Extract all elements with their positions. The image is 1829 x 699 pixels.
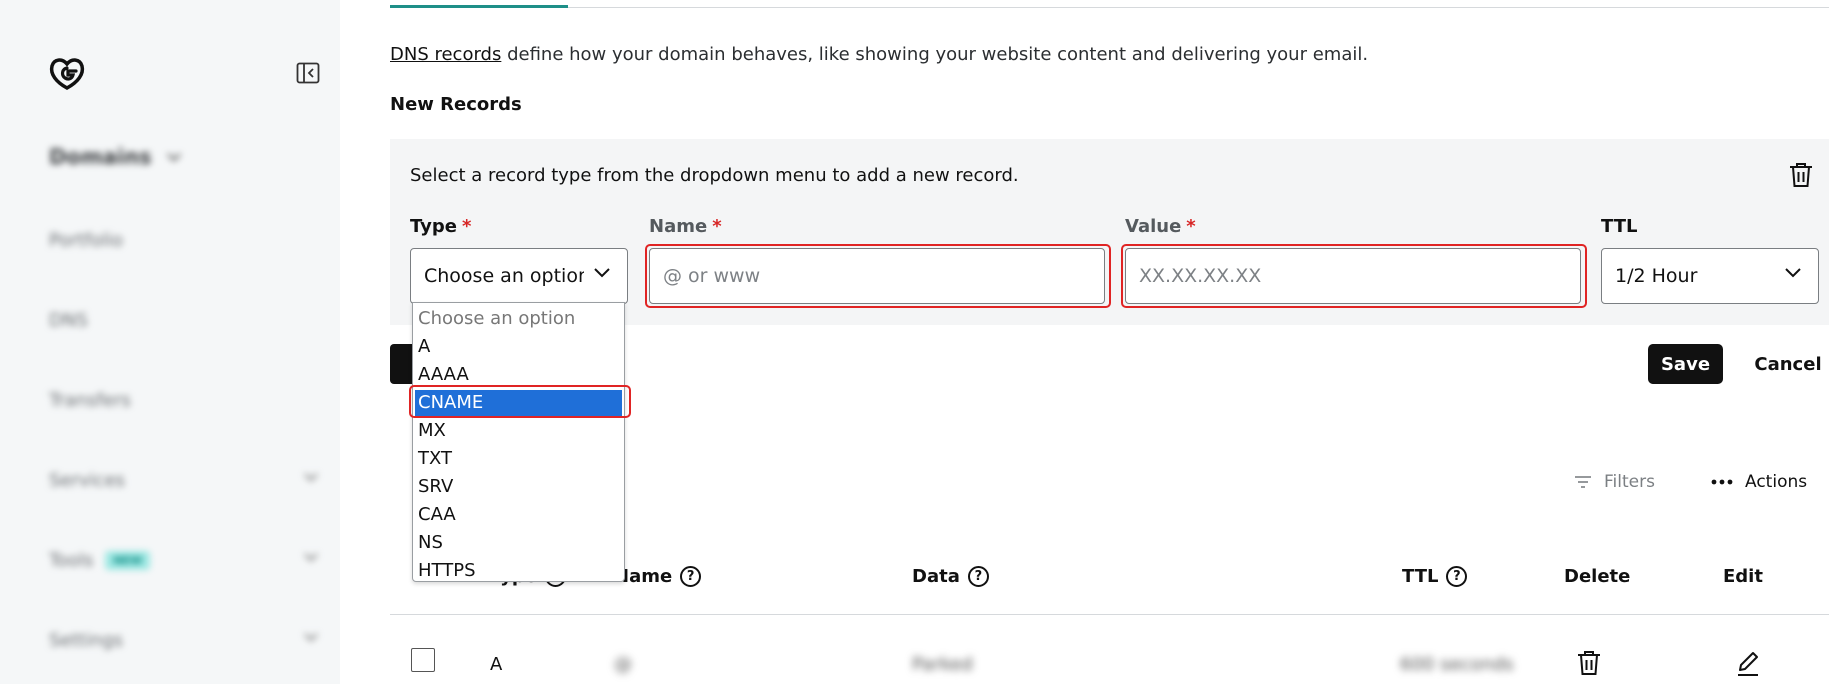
value-label-text: Value [1125, 216, 1182, 237]
actions-label: Actions [1745, 472, 1808, 492]
sidebar-item-label: Settings [49, 629, 123, 651]
sidebar-item-label: Transfers [49, 389, 131, 411]
active-tab-indicator [390, 5, 568, 8]
chevron-down-icon [304, 633, 318, 642]
more-icon [1711, 479, 1733, 485]
column-header-edit: Edit [1723, 566, 1763, 587]
ttl-label: TTL [1601, 216, 1638, 237]
section-title: New Records [390, 94, 522, 115]
chevron-down-icon [1785, 268, 1801, 278]
dropdown-option[interactable]: A [415, 334, 622, 360]
type-select-value: Choose an option [424, 265, 584, 287]
column-header-name[interactable]: Name? [614, 566, 702, 587]
type-label: Type * [410, 216, 471, 237]
dropdown-option-selected[interactable]: CNAME [415, 390, 622, 416]
value-input[interactable] [1139, 249, 1580, 303]
sidebar-item-label: Domains [49, 145, 152, 169]
sidebar-item-label: DNS [49, 309, 88, 331]
new-record-panel: Select a record type from the dropdown m… [390, 139, 1829, 325]
dropdown-option[interactable]: HTTPS [415, 558, 622, 584]
dropdown-option[interactable]: TXT [415, 446, 622, 472]
dropdown-option[interactable]: CAA [415, 502, 622, 528]
sidebar-item-settings[interactable]: Settings [49, 625, 319, 655]
actions-button[interactable]: Actions [1711, 472, 1807, 492]
row-ttl: 600 seconds [1400, 654, 1514, 675]
filter-icon [1575, 476, 1591, 488]
type-label-text: Type [410, 216, 457, 237]
required-marker: * [461, 216, 472, 237]
sidebar-item-portfolio[interactable]: Portfolio [49, 225, 319, 255]
sidebar: Domains Portfolio DNS Transfers Services… [0, 0, 340, 684]
help-icon[interactable]: ? [1446, 566, 1468, 587]
ttl-select-value: 1/2 Hour [1615, 265, 1698, 287]
row-name: @ [614, 654, 632, 675]
dns-intro-text: DNS records define how your domain behav… [390, 44, 1368, 65]
dropdown-option[interactable]: SRV [415, 474, 622, 500]
sidebar-item-services[interactable]: Services [49, 465, 319, 495]
save-button[interactable]: Save [1648, 344, 1723, 384]
sidebar-item-label: Portfolio [49, 229, 124, 251]
tab-divider [390, 7, 1829, 8]
delete-new-record-icon[interactable] [1788, 161, 1814, 189]
value-field[interactable] [1125, 248, 1581, 304]
help-icon[interactable]: ? [680, 566, 702, 587]
add-record-button[interactable] [390, 344, 412, 384]
sidebar-item-transfers[interactable]: Transfers [49, 385, 319, 415]
sidebar-item-label: Services [49, 469, 125, 491]
type-select[interactable]: Choose an option [410, 248, 628, 304]
delete-record-icon[interactable] [1576, 649, 1602, 677]
row-checkbox[interactable] [411, 648, 435, 672]
chevron-down-icon [304, 473, 318, 482]
name-input[interactable] [663, 249, 1104, 303]
column-header-data[interactable]: Data? [912, 566, 989, 587]
godaddy-logo-icon[interactable] [46, 52, 88, 94]
dropdown-option[interactable]: MX [415, 418, 622, 444]
column-header-ttl[interactable]: TTL? [1402, 566, 1468, 587]
column-header-delete: Delete [1564, 566, 1631, 587]
edit-record-icon[interactable] [1735, 649, 1761, 677]
dns-records-link[interactable]: DNS records [390, 44, 501, 65]
sidebar-item-domains[interactable]: Domains [49, 142, 319, 172]
cancel-button[interactable]: Cancel [1748, 344, 1828, 384]
collapse-sidebar-icon[interactable] [296, 62, 320, 84]
required-marker: * [712, 216, 722, 237]
panel-message: Select a record type from the dropdown m… [410, 165, 1019, 186]
dropdown-option[interactable]: NS [415, 530, 622, 556]
new-badge: NEW [105, 550, 151, 570]
sidebar-item-tools[interactable]: Tools NEW [49, 545, 319, 575]
value-label: Value * [1125, 216, 1196, 237]
sidebar-item-dns[interactable]: DNS [49, 305, 319, 335]
chevron-down-icon [594, 268, 610, 278]
filters-label: Filters [1604, 472, 1655, 492]
ttl-select[interactable]: 1/2 Hour [1601, 248, 1819, 304]
row-type: A [490, 654, 503, 675]
type-dropdown-list: Choose an option A AAAA CNAME MX TXT SRV… [412, 302, 625, 582]
dropdown-option[interactable]: Choose an option [415, 306, 622, 332]
filters-button[interactable]: Filters [1574, 472, 1655, 492]
sidebar-item-label: Tools [49, 549, 94, 571]
table-divider [390, 614, 1829, 615]
intro-description: define how your domain behaves, like sho… [501, 44, 1369, 65]
required-marker: * [1186, 216, 1196, 237]
name-label: Name * [649, 216, 722, 237]
row-data: Parked [912, 654, 973, 675]
chevron-down-icon [166, 153, 181, 162]
name-label-text: Name [649, 216, 708, 237]
dropdown-option[interactable]: AAAA [415, 362, 622, 388]
header-label: Data [912, 566, 960, 587]
name-field[interactable] [649, 248, 1105, 304]
help-icon[interactable]: ? [967, 566, 989, 587]
header-label: TTL [1402, 566, 1439, 587]
chevron-down-icon [304, 553, 318, 562]
